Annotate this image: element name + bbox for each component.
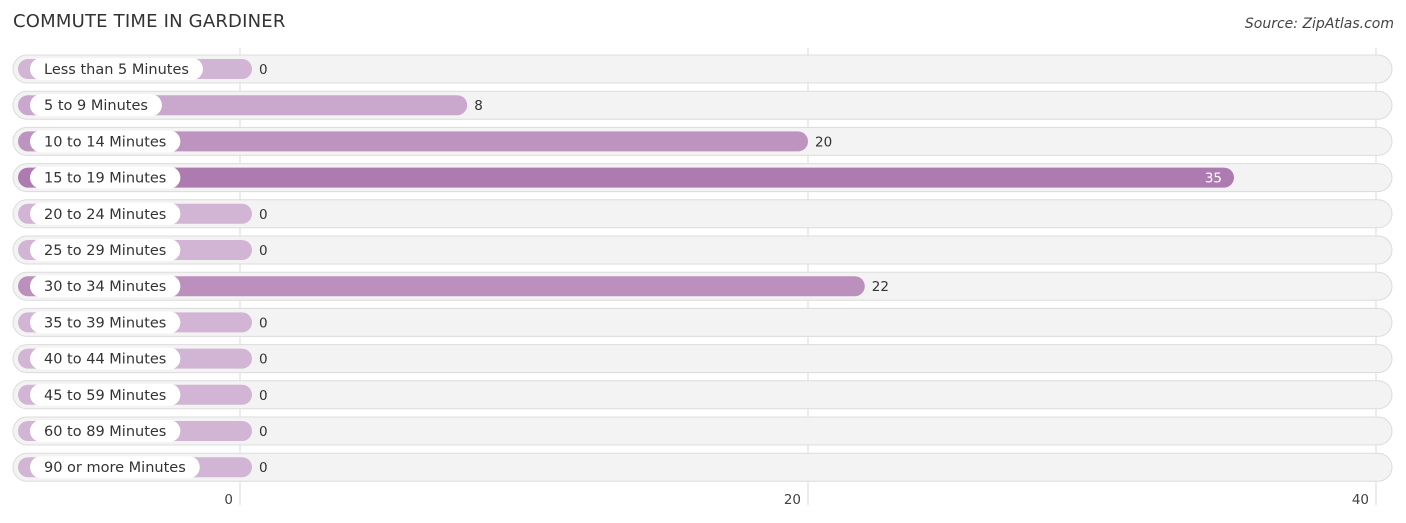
category-label: 30 to 34 Minutes <box>44 279 166 295</box>
category-label: 35 to 39 Minutes <box>44 315 166 331</box>
category-label: Less than 5 Minutes <box>44 62 189 78</box>
category-label: 15 to 19 Minutes <box>44 171 166 187</box>
value-label: 0 <box>259 62 268 78</box>
value-label: 0 <box>259 352 268 368</box>
value-label: 0 <box>259 388 268 404</box>
bar-rows: Less than 5 Minutes 0 5 to 9 Minutes 8 10 to… <box>12 54 1393 482</box>
x-tick-label: 0 <box>224 492 233 508</box>
value-label: 0 <box>259 207 268 223</box>
category-label: 90 or more Minutes <box>44 460 186 476</box>
x-axis-ticks: 0 20 40 <box>224 492 1369 508</box>
category-label: 60 to 89 Minutes <box>44 424 166 440</box>
category-label: 5 to 9 Minutes <box>44 98 148 114</box>
value-label: 0 <box>259 460 268 476</box>
category-label: 25 to 29 Minutes <box>44 243 166 259</box>
category-label: 45 to 59 Minutes <box>44 388 166 404</box>
category-label: 20 to 24 Minutes <box>44 207 166 223</box>
bar <box>18 167 1234 188</box>
value-label: 35 <box>1205 171 1222 187</box>
value-label: 0 <box>259 424 268 440</box>
category-label: 40 to 44 Minutes <box>44 352 166 368</box>
value-label: 22 <box>872 279 889 295</box>
value-label: 20 <box>815 134 832 150</box>
value-label: 8 <box>474 98 483 114</box>
value-label: 0 <box>259 243 268 259</box>
category-label: 10 to 14 Minutes <box>44 134 166 150</box>
value-label: 0 <box>259 315 268 331</box>
x-tick-label: 40 <box>1352 492 1369 508</box>
bar-chart: Less than 5 Minutes 0 5 to 9 Minutes 8 10 to… <box>12 48 1393 508</box>
x-tick-label: 20 <box>784 492 801 508</box>
